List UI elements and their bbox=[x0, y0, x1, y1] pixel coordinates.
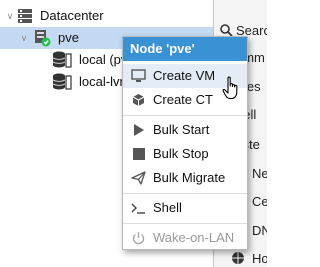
hand-cursor-icon bbox=[222, 76, 238, 100]
menu-item-label: Create CT bbox=[153, 92, 213, 107]
menu-separator bbox=[123, 193, 247, 194]
nav-label: Ho bbox=[252, 250, 267, 266]
search-icon bbox=[220, 24, 233, 37]
nav-item-hosts[interactable]: Ho bbox=[214, 247, 267, 267]
menu-item-bulk-stop[interactable]: Bulk Stop bbox=[123, 142, 247, 166]
cube-icon bbox=[132, 94, 145, 106]
nav-label: Ce bbox=[252, 193, 267, 209]
tree-label-pve: pve bbox=[58, 30, 79, 45]
server-rack-icon bbox=[18, 9, 32, 23]
tree-label-datacenter: Datacenter bbox=[40, 8, 104, 23]
tree-label-storage-local: local (pv bbox=[79, 52, 128, 67]
chevron-down-icon[interactable]: ∨ bbox=[18, 32, 30, 44]
menu-separator bbox=[123, 223, 247, 224]
menu-item-label: Bulk Start bbox=[153, 122, 210, 137]
menu-item-wake-on-lan[interactable]: Wake-on-LAN bbox=[123, 226, 247, 250]
menu-item-label: Wake-on-LAN bbox=[153, 230, 235, 245]
nav-label: Ne bbox=[252, 165, 267, 181]
power-icon bbox=[132, 232, 145, 245]
nav-label: DN bbox=[252, 222, 267, 238]
menu-item-label: Bulk Migrate bbox=[153, 170, 226, 185]
send-icon bbox=[131, 171, 146, 185]
storage-db-icon bbox=[52, 73, 72, 90]
menu-item-label: Create VM bbox=[153, 68, 216, 83]
menu-item-label: Bulk Stop bbox=[153, 146, 209, 161]
storage-db-icon bbox=[52, 51, 72, 68]
tree-label-storage-local-lvm: local-lvn bbox=[79, 74, 127, 89]
node-context-menu: Node 'pve' Create VM Create CT Bulk Star… bbox=[122, 36, 248, 250]
context-menu-title: Node 'pve' bbox=[123, 37, 247, 61]
menu-item-bulk-start[interactable]: Bulk Start bbox=[123, 118, 247, 142]
monitor-icon bbox=[131, 69, 146, 82]
menu-item-label: Shell bbox=[153, 200, 182, 215]
chevron-down-icon[interactable]: ∨ bbox=[4, 10, 16, 22]
node-server-icon bbox=[35, 30, 51, 47]
menu-item-bulk-migrate[interactable]: Bulk Migrate bbox=[123, 166, 247, 190]
menu-separator bbox=[123, 115, 247, 116]
stop-icon bbox=[133, 148, 145, 160]
play-icon bbox=[134, 124, 144, 136]
tree-node-datacenter[interactable]: ∨ Datacenter bbox=[0, 5, 214, 27]
globe-icon bbox=[232, 252, 244, 264]
menu-item-shell[interactable]: Shell bbox=[123, 196, 247, 220]
terminal-icon bbox=[131, 203, 145, 214]
